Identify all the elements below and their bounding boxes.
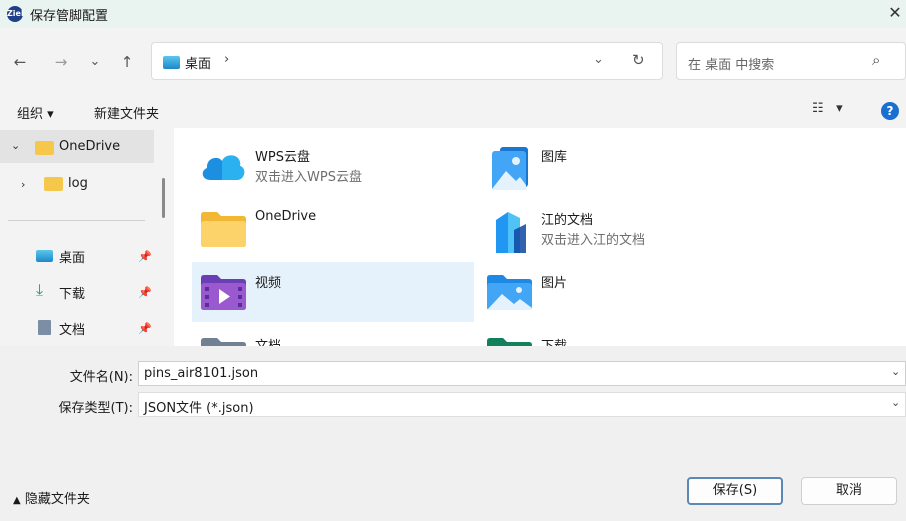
item-name: OneDrive xyxy=(255,209,317,224)
sidebar-item-label: 下载 xyxy=(59,287,86,302)
item-name: 视频 xyxy=(255,276,282,291)
item-name: 文档 xyxy=(255,335,281,346)
sidebar-item-label: OneDrive xyxy=(59,139,121,154)
document-app-icon xyxy=(496,212,526,253)
chevron-down-icon[interactable]: ⌄ xyxy=(11,139,20,152)
sidebar-item-label: log xyxy=(68,176,88,191)
list-item[interactable]: 图片 xyxy=(478,262,760,322)
sidebar-scrollbar[interactable] xyxy=(162,178,165,218)
navigation-bar: ← → ⌄ ↑ 桌面 › ⌄ ↻ 在 桌面 中搜索 ⌕ xyxy=(0,28,906,94)
pin-icon[interactable]: 📌 xyxy=(138,322,152,335)
window-title: 保存管脚配置 xyxy=(30,9,109,24)
item-name: 江的文档 xyxy=(541,213,594,228)
list-item[interactable]: OneDrive xyxy=(192,199,474,259)
forward-button[interactable]: → xyxy=(50,52,72,72)
command-toolbar: 组织 ▾ 新建文件夹 ☷ ▾ ? xyxy=(0,94,906,128)
folder-icon xyxy=(44,177,63,191)
item-description: 双击进入WPS云盘 xyxy=(255,170,362,185)
item-name: 图库 xyxy=(541,150,568,165)
app-logo-icon: Ziel xyxy=(7,6,24,22)
filename-input[interactable]: pins_air8101.json xyxy=(144,366,258,381)
breadcrumb-chevron-icon[interactable]: › xyxy=(224,52,229,67)
pin-icon[interactable]: 📌 xyxy=(138,286,152,299)
chevron-right-icon[interactable]: › xyxy=(21,178,25,191)
refresh-icon[interactable]: ↻ xyxy=(632,51,645,69)
close-button[interactable]: ✕ xyxy=(884,2,906,24)
cancel-button[interactable]: 取消 xyxy=(801,477,897,505)
recent-locations-button[interactable]: ⌄ xyxy=(84,52,106,72)
chevron-down-icon[interactable]: ⌄ xyxy=(891,365,900,378)
up-button[interactable]: ↑ xyxy=(116,52,138,72)
gallery-icon xyxy=(492,147,528,190)
list-item[interactable]: 江的文档 双击进入江的文档 xyxy=(478,199,760,259)
back-button[interactable]: ← xyxy=(9,52,31,72)
view-options-button[interactable]: ☷ ▾ xyxy=(812,101,843,116)
chevron-down-icon[interactable]: ⌄ xyxy=(891,396,900,409)
dialog-footer: ▲ 隐藏文件夹 保存(S) 取消 xyxy=(0,460,906,521)
address-bar[interactable]: 桌面 › ⌄ ↻ xyxy=(151,42,663,80)
list-item[interactable]: 下载 xyxy=(478,325,760,346)
folder-icon xyxy=(201,212,246,247)
download-arrow-icon: ⤓ xyxy=(36,280,44,299)
cloud-icon xyxy=(202,155,245,180)
list-item[interactable]: 文档 xyxy=(192,325,474,346)
help-icon[interactable]: ? xyxy=(881,102,899,120)
filename-label: 文件名(N): xyxy=(69,370,133,385)
search-box[interactable]: 在 桌面 中搜索 ⌕ xyxy=(676,42,906,80)
item-name: 图片 xyxy=(541,276,568,291)
filetype-select[interactable]: JSON文件 (*.json) ⌄ xyxy=(138,392,906,417)
desktop-folder-icon xyxy=(163,56,180,69)
search-icon[interactable]: ⌕ xyxy=(872,51,880,69)
pin-icon[interactable]: 📌 xyxy=(138,250,152,263)
pictures-folder-icon xyxy=(487,275,532,310)
list-item[interactable]: WPS云盘 双击进入WPS云盘 xyxy=(192,136,474,196)
sidebar-item-onedrive[interactable]: ⌄ OneDrive xyxy=(0,130,154,163)
desktop-icon xyxy=(36,250,53,262)
video-folder-icon xyxy=(201,275,246,310)
address-dropdown-icon[interactable]: ⌄ xyxy=(593,52,604,67)
search-input[interactable]: 在 桌面 中搜索 xyxy=(688,54,774,73)
new-folder-button[interactable]: 新建文件夹 xyxy=(94,103,159,122)
document-icon xyxy=(38,320,51,335)
item-description: 双击进入江的文档 xyxy=(541,233,646,248)
title-bar: Ziel 保存管脚配置 ✕ xyxy=(0,0,906,28)
folder-icon xyxy=(35,141,54,155)
sidebar-item-label: 文档 xyxy=(59,323,86,338)
filename-field[interactable]: pins_air8101.json ⌄ xyxy=(138,361,906,386)
hide-folders-button[interactable]: ▲ 隐藏文件夹 xyxy=(13,488,90,507)
item-name: WPS云盘 xyxy=(255,150,310,165)
list-item[interactable]: 图库 xyxy=(478,136,760,196)
chevron-down-icon: ▾ xyxy=(836,101,843,116)
sidebar-item-label: 桌面 xyxy=(59,251,86,266)
file-list: WPS云盘 双击进入WPS云盘 图库 OneDrive 江的文档 双击进入江的文… xyxy=(174,128,906,346)
breadcrumb-desktop[interactable]: 桌面 xyxy=(185,53,211,72)
filetype-label: 保存类型(T): xyxy=(58,401,133,416)
list-item[interactable]: 视频 xyxy=(192,262,474,322)
documents-folder-icon xyxy=(201,338,246,346)
chevron-up-icon: ▲ xyxy=(13,495,21,506)
navigation-pane: ⌄ OneDrive › log 桌面 📌 ⤓ 下载 📌 文档 📌 xyxy=(0,128,173,346)
view-layout-icon: ☷ xyxy=(812,101,824,116)
save-button[interactable]: 保存(S) xyxy=(687,477,783,505)
item-name: 下载 xyxy=(541,335,567,346)
hide-folders-label: 隐藏文件夹 xyxy=(24,492,90,507)
organize-menu-button[interactable]: 组织 ▾ xyxy=(17,103,54,122)
filetype-value: JSON文件 (*.json) xyxy=(144,401,254,416)
downloads-folder-icon xyxy=(487,338,532,346)
sidebar-divider xyxy=(8,220,145,221)
